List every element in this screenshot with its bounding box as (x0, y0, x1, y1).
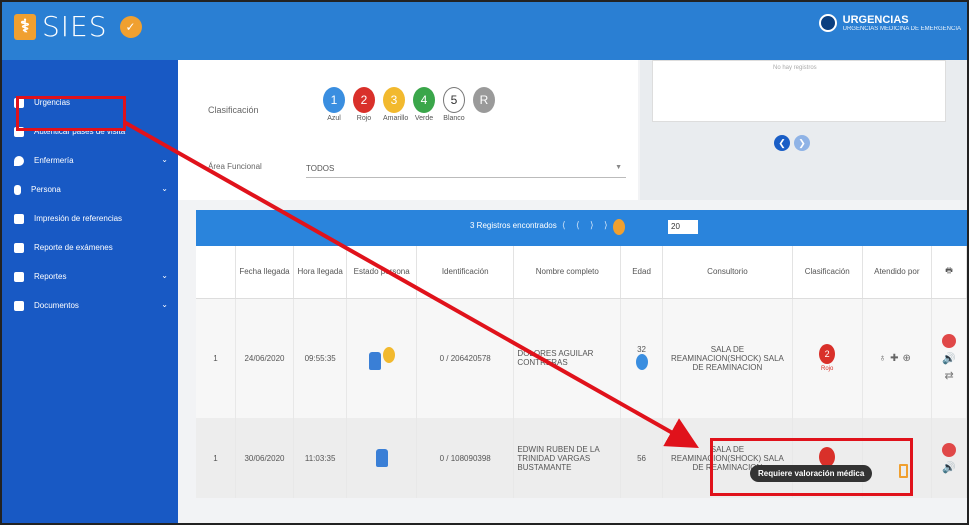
app-frame: ⚕ SIES ✓ URGENCIAS URGENCIAS MEDICINA DE… (0, 0, 969, 525)
annotation-arrow (123, 120, 699, 448)
